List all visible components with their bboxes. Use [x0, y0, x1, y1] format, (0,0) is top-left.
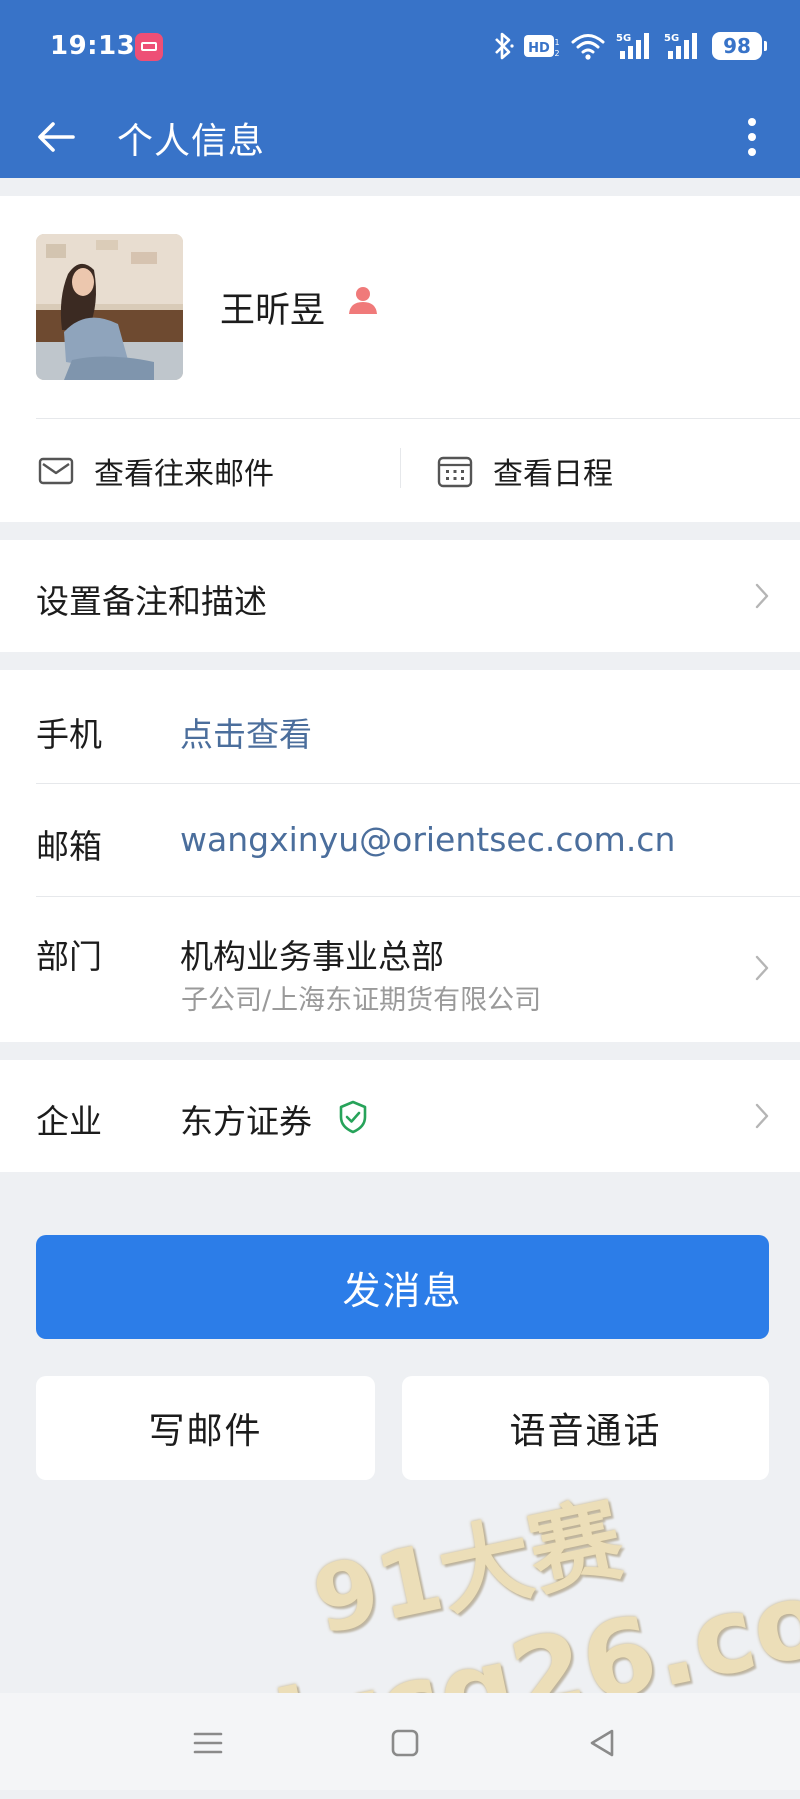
more-dot-icon: [748, 118, 756, 126]
back-button[interactable]: [28, 109, 84, 165]
system-navigation-bar: [0, 1693, 800, 1790]
more-dot-icon: [748, 133, 756, 141]
notification-app-icon: [135, 33, 163, 61]
phone-label: 手机: [36, 715, 102, 754]
person-icon: [349, 287, 377, 314]
avatar[interactable]: [36, 234, 183, 380]
contact-info-card: 手机 点击查看 邮箱 wangxinyu@orientsec.com.cn 部门…: [0, 670, 800, 1042]
status-time: 19:13: [50, 31, 136, 61]
company-row[interactable]: 企业 东方证券: [0, 1060, 800, 1172]
view-schedule-button[interactable]: 查看日程: [437, 436, 613, 506]
svg-text:1: 1: [554, 38, 559, 47]
more-options-button[interactable]: [724, 107, 780, 167]
menu-icon: [193, 1732, 223, 1754]
arrow-left-icon: [38, 122, 75, 152]
bluetooth-icon: [495, 32, 514, 60]
status-icons: HD 1 2 5G 5G 98: [492, 28, 767, 64]
chevron-right-icon: [755, 955, 769, 981]
phone-reveal-link[interactable]: 点击查看: [180, 708, 312, 756]
more-dot-icon: [748, 148, 756, 156]
page-title: 个人信息: [117, 121, 266, 162]
send-message-button[interactable]: 发消息: [36, 1235, 769, 1339]
write-mail-button[interactable]: 写邮件: [36, 1376, 375, 1480]
person-name: 王昕昱: [220, 291, 326, 331]
svg-text:HD: HD: [528, 41, 550, 56]
company-value: 东方证券: [180, 1102, 312, 1141]
chevron-right-icon: [755, 583, 769, 609]
nav-bar: 个人信息: [0, 95, 800, 178]
svg-text:2: 2: [554, 49, 559, 58]
email-label: 邮箱: [36, 827, 102, 866]
divider: [36, 896, 800, 897]
hd-icon: HD 1 2: [524, 35, 560, 58]
view-mails-button[interactable]: 查看往来邮件: [38, 436, 274, 506]
divider: [400, 448, 401, 488]
wifi-icon: [571, 34, 605, 60]
divider: [36, 783, 800, 784]
battery-indicator: 98: [712, 32, 767, 60]
department-label: 部门: [36, 937, 102, 976]
system-back-button[interactable]: [580, 1721, 624, 1765]
department-subtitle: 子公司/上海东证期货有限公司: [181, 985, 542, 1016]
avatar-photo: [36, 234, 183, 380]
view-mails-label: 查看往来邮件: [94, 457, 274, 492]
verified-shield-icon: [339, 1100, 367, 1134]
signal-icon-sim1: 5G: [616, 33, 649, 59]
app-header: 19:13 HD 1 2 5G 5G 98 个人信息: [0, 0, 800, 178]
svg-text:5G: 5G: [616, 33, 631, 44]
svg-text:5G: 5G: [664, 33, 679, 44]
triangle-back-icon: [590, 1729, 614, 1757]
set-remark-row[interactable]: 设置备注和描述: [0, 540, 800, 652]
chevron-right-icon: [755, 1103, 769, 1129]
voice-call-button[interactable]: 语音通话: [402, 1376, 769, 1480]
status-bar: 19:13 HD 1 2 5G 5G 98: [0, 0, 800, 95]
home-button[interactable]: [383, 1721, 427, 1765]
calendar-icon: [437, 456, 473, 488]
mail-icon: [38, 457, 74, 485]
view-schedule-label: 查看日程: [493, 457, 613, 492]
divider: [36, 418, 800, 419]
email-link[interactable]: wangxinyu@orientsec.com.cn: [180, 820, 675, 859]
recent-apps-button[interactable]: [186, 1721, 230, 1765]
department-value: 机构业务事业总部: [180, 937, 444, 976]
signal-icon-sim2: 5G: [664, 33, 697, 59]
company-label: 企业: [36, 1102, 102, 1141]
profile-card: 王昕昱 查看往来邮件 查看日程: [0, 196, 800, 522]
watermark-line-1: 91大赛: [304, 1485, 632, 1656]
square-icon: [391, 1729, 419, 1757]
set-remark-label: 设置备注和描述: [36, 582, 267, 621]
